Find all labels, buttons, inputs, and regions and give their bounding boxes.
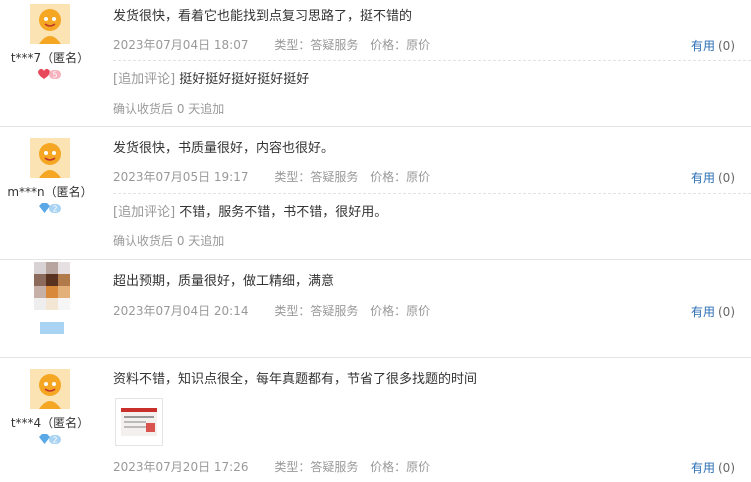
review-type: 类型：答疑服务 bbox=[274, 304, 359, 318]
review-price: 价格：原价 bbox=[370, 170, 431, 184]
level-badge-number: 2 bbox=[52, 205, 57, 214]
divider bbox=[113, 60, 751, 61]
review-item: t***4（匿名） 2 资料不错，知识点很全，每年真题都有，节省了很多找题的时间… bbox=[0, 358, 751, 482]
useful-count: (0) bbox=[718, 461, 735, 475]
review-item: m***n（匿名） 2 发货很快，书质量很好，内容也很好。 2023年07月05… bbox=[0, 127, 751, 260]
review-type: 类型：答疑服务 bbox=[274, 460, 359, 474]
diamond-badge-icon: 2 bbox=[39, 434, 61, 445]
divider bbox=[113, 193, 751, 194]
review-date: 2023年07月04日 18:07 bbox=[113, 38, 249, 52]
useful-count: (0) bbox=[718, 39, 735, 53]
reviewer-info bbox=[0, 262, 100, 346]
followup-tag: [追加评论] bbox=[113, 72, 176, 87]
useful-button[interactable]: 有用 (0) bbox=[691, 37, 735, 54]
review-date: 2023年07月05日 19:17 bbox=[113, 170, 249, 184]
followup-tag: [追加评论] bbox=[113, 205, 176, 220]
useful-button[interactable]: 有用 (0) bbox=[691, 169, 735, 186]
level-badge-number: 5 bbox=[52, 71, 57, 80]
review-text: 发货很快，书质量很好，内容也很好。 bbox=[113, 141, 335, 156]
review-meta: 2023年07月04日 20:14 类型：答疑服务 价格：原价 bbox=[113, 303, 438, 319]
review-text: 超出预期，质量很好，做工精细，满意 bbox=[113, 274, 335, 289]
review-date: 2023年07月20日 17:26 bbox=[113, 460, 249, 474]
reviewer-name: m***n（匿名） bbox=[7, 185, 93, 199]
reviewer-info: m***n（匿名） 2 bbox=[0, 138, 100, 215]
review-price: 价格：原价 bbox=[370, 304, 431, 318]
heart-badge-icon: 5 bbox=[38, 68, 61, 80]
review-date: 2023年07月04日 20:14 bbox=[113, 304, 249, 318]
followup-comment: [追加评论] 不错，服务不错，书不错，很好用。 bbox=[113, 204, 387, 222]
default-avatar-icon bbox=[30, 369, 70, 409]
review-item: 超出预期，质量很好，做工精细，满意 2023年07月04日 20:14 类型：答… bbox=[0, 260, 751, 358]
review-item: t***7（匿名） 5 发货很快，看着它也能找到点复习思路了，挺不错的 2023… bbox=[0, 0, 751, 127]
followup-text: 不错，服务不错，书不错，很好用。 bbox=[179, 205, 388, 220]
useful-label[interactable]: 有用 bbox=[691, 461, 715, 475]
review-text: 发货很快，看着它也能找到点复习思路了，挺不错的 bbox=[113, 9, 413, 24]
diamond-badge-icon: 2 bbox=[39, 203, 61, 214]
reviewer-name: t***4（匿名） bbox=[10, 416, 90, 430]
reviewer-info: t***4（匿名） 2 bbox=[0, 369, 100, 446]
useful-button[interactable]: 有用 (0) bbox=[691, 303, 735, 320]
useful-button[interactable]: 有用 (0) bbox=[691, 459, 735, 476]
default-avatar-icon bbox=[30, 4, 70, 44]
review-meta: 2023年07月04日 18:07 类型：答疑服务 价格：原价 bbox=[113, 37, 438, 53]
useful-label[interactable]: 有用 bbox=[691, 305, 715, 319]
default-avatar-icon bbox=[30, 138, 70, 178]
useful-count: (0) bbox=[718, 305, 735, 319]
blurred-avatar-icon bbox=[34, 262, 70, 334]
level-badge-number: 2 bbox=[52, 436, 57, 445]
useful-label[interactable]: 有用 bbox=[691, 171, 715, 185]
review-photo-thumbnail[interactable] bbox=[115, 398, 163, 446]
review-price: 价格：原价 bbox=[370, 38, 431, 52]
reviewer-info: t***7（匿名） 5 bbox=[0, 4, 100, 81]
followup-comment: [追加评论] 挺好挺好挺好挺好挺好 bbox=[113, 71, 309, 89]
followup-meta: 确认收货后 0 天追加 bbox=[113, 102, 225, 116]
useful-count: (0) bbox=[718, 171, 735, 185]
followup-meta: 确认收货后 0 天追加 bbox=[113, 234, 225, 248]
review-price: 价格：原价 bbox=[370, 460, 431, 474]
review-type: 类型：答疑服务 bbox=[274, 170, 359, 184]
review-text: 资料不错，知识点很全，每年真题都有，节省了很多找题的时间 bbox=[113, 372, 478, 387]
followup-text: 挺好挺好挺好挺好挺好 bbox=[179, 72, 310, 87]
review-type: 类型：答疑服务 bbox=[274, 38, 359, 52]
review-meta: 2023年07月20日 17:26 类型：答疑服务 价格：原价 bbox=[113, 459, 438, 475]
reviewer-name: t***7（匿名） bbox=[10, 51, 90, 65]
review-meta: 2023年07月05日 19:17 类型：答疑服务 价格：原价 bbox=[113, 169, 438, 185]
useful-label[interactable]: 有用 bbox=[691, 39, 715, 53]
